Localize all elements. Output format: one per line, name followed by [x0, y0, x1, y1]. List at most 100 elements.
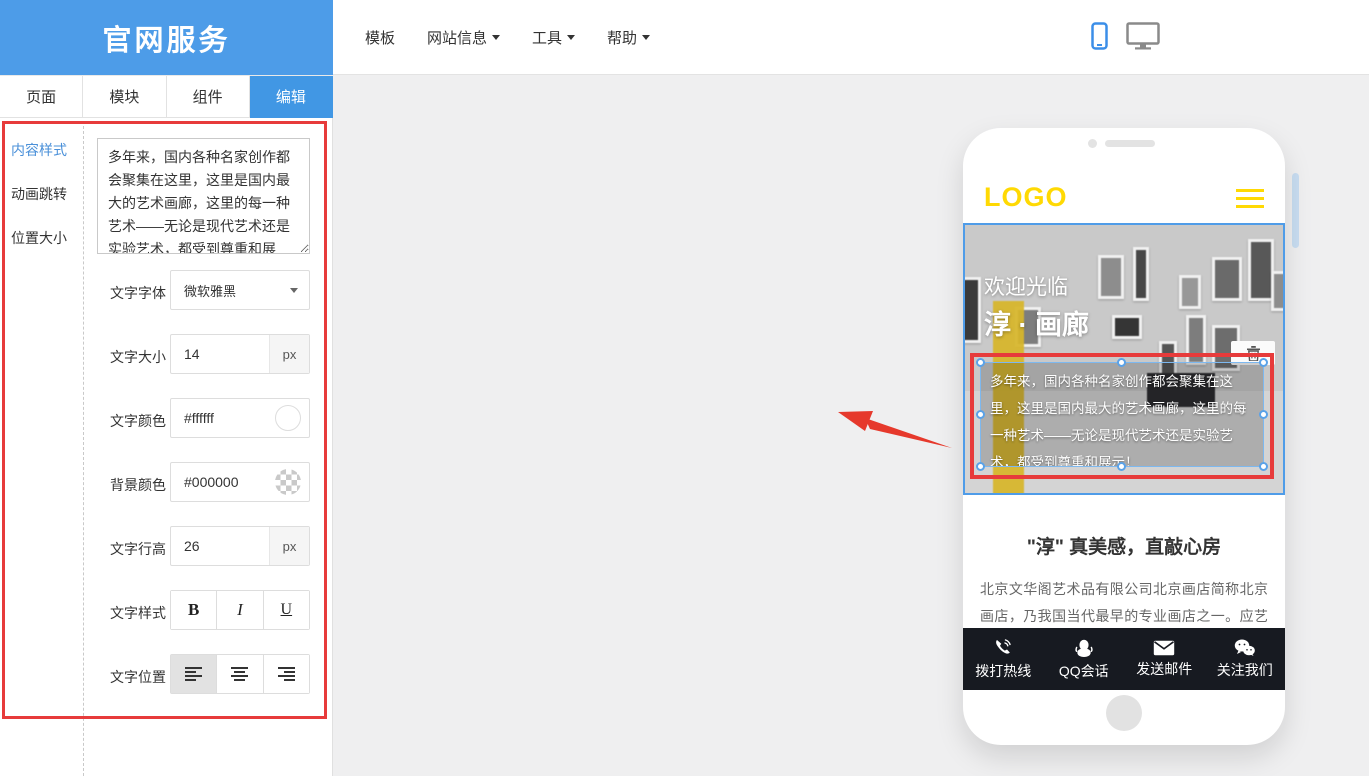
qq-chat-button[interactable]: QQ会话: [1044, 628, 1125, 690]
editor-canvas: LOGO: [333, 75, 1369, 776]
nav-item-label: 帮助: [607, 27, 637, 48]
line-height-unit: px: [269, 527, 309, 565]
resize-handle-s[interactable]: [1117, 462, 1126, 471]
underline-button[interactable]: U: [264, 591, 309, 629]
qq-icon: [1074, 638, 1094, 658]
preview-site-header: LOGO: [963, 172, 1285, 223]
mail-icon: [1153, 640, 1175, 656]
section-position-size[interactable]: 位置大小: [11, 228, 67, 248]
preview-bottom-bar: 拨打热线 QQ会话 发送邮件: [963, 628, 1285, 690]
preview-section-heading: "淳" 真美感，直敲心房: [963, 532, 1285, 559]
send-mail-button[interactable]: 发送邮件: [1124, 628, 1205, 690]
hotline-label: 拨打热线: [975, 661, 1031, 681]
banner-paragraph-text: 多年来，国内各种名家创作都会聚集在这里，这里是国内最大的艺术画廊，这里的每一种艺…: [981, 363, 1263, 466]
nav-item-tools[interactable]: 工具: [532, 27, 575, 48]
selected-text-highlight: 多年来，国内各种名家创作都会聚集在这里，这里是国内最大的艺术画廊，这里的每一种艺…: [970, 353, 1274, 479]
resize-handle-e[interactable]: [1259, 410, 1268, 419]
font-size-unit: px: [269, 335, 309, 373]
nav-item-label: 模板: [365, 27, 395, 48]
site-logo[interactable]: LOGO: [984, 182, 1068, 213]
font-family-label: 文字字体: [110, 283, 172, 303]
hamburger-menu-icon[interactable]: [1236, 189, 1264, 208]
tab-label: 编辑: [276, 86, 306, 107]
follow-us-button[interactable]: 关注我们: [1205, 628, 1286, 690]
font-size-input[interactable]: [171, 346, 269, 362]
tab-edit[interactable]: 编辑: [250, 76, 333, 118]
text-color-swatch[interactable]: [275, 405, 301, 431]
text-style-group: B I U: [170, 590, 310, 630]
phone-icon: [993, 638, 1013, 658]
resize-handle-n[interactable]: [1117, 358, 1126, 367]
align-center-button[interactable]: [217, 655, 263, 693]
panel-divider: [83, 121, 84, 776]
nav-item-label: 工具: [532, 27, 562, 48]
align-left-button[interactable]: [171, 655, 217, 693]
tab-components[interactable]: 组件: [167, 76, 250, 118]
bg-color-value: #000000: [171, 474, 275, 490]
bg-color-swatch[interactable]: [275, 469, 301, 495]
chevron-down-icon: [492, 35, 500, 40]
resize-handle-w[interactable]: [976, 410, 985, 419]
nav-item-help[interactable]: 帮助: [607, 27, 650, 48]
text-selection-box[interactable]: 多年来，国内各种名家创作都会聚集在这里，这里是国内最大的艺术画廊，这里的每一种艺…: [980, 362, 1264, 467]
wechat-icon: [1234, 639, 1256, 657]
bold-glyph: B: [188, 600, 199, 620]
text-style-label: 文字样式: [110, 603, 172, 623]
font-size-label: 文字大小: [110, 347, 172, 367]
nav-item-site-info[interactable]: 网站信息: [427, 27, 500, 48]
section-label: 位置大小: [11, 230, 67, 246]
mobile-preview-icon[interactable]: [1091, 22, 1108, 50]
line-height-field: px: [170, 526, 310, 566]
nav-item-template[interactable]: 模板: [365, 27, 395, 48]
align-right-icon: [277, 667, 295, 681]
brand-title: 官网服务: [102, 17, 230, 59]
tab-label: 页面: [26, 86, 56, 107]
align-center-icon: [231, 667, 249, 681]
phone-home-button[interactable]: [1106, 695, 1142, 731]
qq-chat-label: QQ会话: [1059, 661, 1109, 681]
banner-block[interactable]: 欢迎光临 淳 · 画廊 多年来，国内各种名家创作都会聚集在这里，这里是国内最大的…: [963, 223, 1285, 495]
resize-handle-sw[interactable]: [976, 462, 985, 471]
resize-handle-nw[interactable]: [976, 358, 985, 367]
section-label: 内容样式: [11, 142, 67, 158]
chevron-down-icon: [290, 288, 298, 293]
phone-speaker: [1105, 140, 1155, 147]
follow-us-label: 关注我们: [1217, 660, 1273, 680]
desktop-preview-icon[interactable]: [1126, 22, 1160, 50]
align-left-icon: [185, 667, 203, 681]
text-color-field: #ffffff: [170, 398, 310, 438]
bg-color-field: #000000: [170, 462, 310, 502]
align-right-button[interactable]: [264, 655, 309, 693]
banner-title-text: 淳 · 画廊: [984, 303, 1089, 342]
section-label: 动画跳转: [11, 186, 67, 202]
phone-mockup: LOGO: [963, 128, 1285, 745]
chevron-down-icon: [567, 35, 575, 40]
tab-modules[interactable]: 模块: [83, 76, 166, 118]
text-color-label: 文字颜色: [110, 411, 172, 431]
text-align-group: [170, 654, 310, 694]
resize-handle-se[interactable]: [1259, 462, 1268, 471]
device-preview-toggle: [1091, 22, 1160, 50]
font-family-select[interactable]: 微软雅黑: [170, 270, 310, 310]
line-height-label: 文字行高: [110, 539, 172, 559]
bold-button[interactable]: B: [171, 591, 217, 629]
tab-label: 模块: [109, 86, 139, 107]
tab-pages[interactable]: 页面: [0, 76, 83, 118]
resize-handle-ne[interactable]: [1259, 358, 1268, 367]
italic-button[interactable]: I: [217, 591, 263, 629]
line-height-input[interactable]: [171, 538, 269, 554]
section-content-style[interactable]: 内容样式: [11, 140, 67, 160]
content-text-input[interactable]: 多年来，国内各种名家创作都会聚集在这里，这里是国内最大的艺术画廊，这里的每一种艺…: [97, 138, 310, 254]
panel-tabs: 页面 模块 组件 编辑: [0, 75, 333, 118]
hotline-button[interactable]: 拨打热线: [963, 628, 1044, 690]
app-window: 官网服务 模板 网站信息 工具 帮助: [0, 0, 1369, 776]
bg-color-label: 背景颜色: [110, 475, 172, 495]
font-family-value: 微软雅黑: [171, 281, 290, 300]
phone-camera-dot: [1088, 139, 1097, 148]
underline-glyph: U: [281, 601, 293, 619]
brand-header: 官网服务: [0, 0, 333, 75]
chevron-down-icon: [642, 35, 650, 40]
section-animation-link[interactable]: 动画跳转: [11, 184, 67, 204]
canvas-scrollbar[interactable]: [1292, 173, 1299, 248]
font-size-field: px: [170, 334, 310, 374]
